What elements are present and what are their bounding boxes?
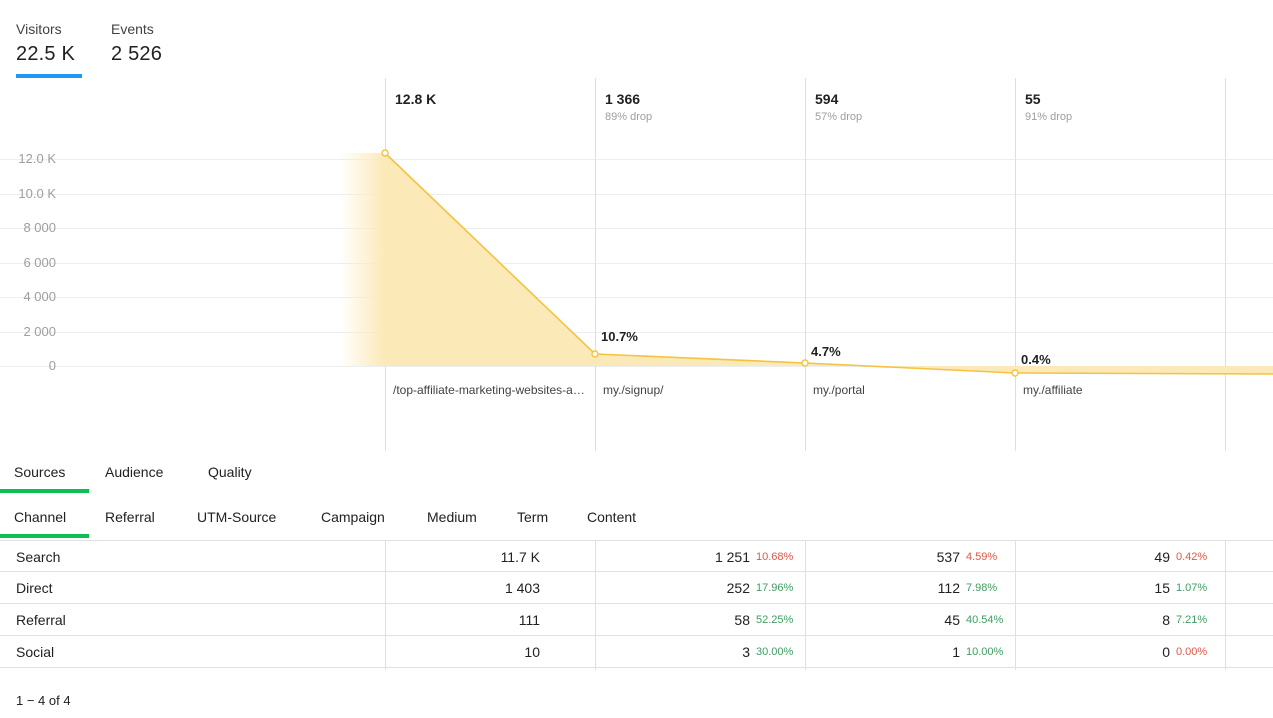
table-row[interactable]: Direct 1 403 252 17.96% 112 7.98% 15 1.0… [0, 572, 1273, 604]
row-label: Social [16, 636, 54, 668]
row-step4-pct: 7.21% [1176, 604, 1207, 636]
row-label: Search [16, 541, 60, 573]
kpi-events[interactable]: Events 2 526 [111, 20, 162, 68]
row-label: Referral [16, 604, 66, 636]
pagination-count: 1 − 4 of 4 [16, 692, 71, 710]
primary-tab-active-indicator [0, 489, 89, 493]
row-step1-value: 10 [395, 636, 540, 668]
analytics-funnel-page: Visitors 22.5 K Events 2 526 12.0 K 10.0… [0, 0, 1273, 718]
funnel-step-url[interactable]: /top-affiliate-marketing-websites-and-pr… [393, 382, 589, 398]
row-step2-pct: 10.68% [756, 541, 793, 573]
row-step3-pct: 10.00% [966, 636, 1003, 668]
row-step1-value: 111 [395, 604, 540, 636]
funnel-step-url[interactable]: my./affiliate [1023, 382, 1219, 398]
kpi-visitors-label: Visitors [16, 20, 75, 38]
table-column-divider [385, 540, 386, 670]
tab-content[interactable]: Content [587, 500, 636, 534]
tab-channel[interactable]: Channel [14, 500, 66, 534]
row-label: Direct [16, 572, 53, 604]
row-step2-value: 58 [605, 604, 750, 636]
funnel-step-url[interactable]: my./signup/ [603, 382, 799, 398]
table-row[interactable]: Referral 111 58 52.25% 45 40.54% 8 7.21% [0, 604, 1273, 636]
row-step1-value: 11.7 K [395, 541, 540, 573]
row-step3-pct: 4.59% [966, 541, 997, 573]
row-step4-value: 8 [1025, 604, 1170, 636]
tab-campaign[interactable]: Campaign [321, 500, 385, 534]
channel-breakdown-table: Search 11.7 K 1 251 10.68% 537 4.59% 49 … [0, 540, 1273, 668]
row-step4-pct: 0.00% [1176, 636, 1207, 668]
funnel-step-value: 594 [815, 90, 862, 108]
row-step2-value: 252 [605, 572, 750, 604]
row-step4-pct: 0.42% [1176, 541, 1207, 573]
row-step2-value: 1 251 [605, 541, 750, 573]
row-step3-value: 112 [815, 572, 960, 604]
funnel-conversion-label: 0.4% [1021, 352, 1051, 368]
funnel-step-drop: 57% drop [815, 110, 862, 124]
row-step3-pct: 7.98% [966, 572, 997, 604]
row-step3-value: 537 [815, 541, 960, 573]
funnel-step-url[interactable]: my./portal [813, 382, 1009, 398]
funnel-step-header[interactable]: 55 91% drop [1025, 90, 1072, 124]
kpi-summary-bar: Visitors 22.5 K Events 2 526 [0, 0, 1273, 78]
table-column-divider [1225, 540, 1226, 670]
funnel-step-header[interactable]: 1 366 89% drop [605, 90, 652, 124]
funnel-step-value: 1 366 [605, 90, 652, 108]
funnel-step-drop: 89% drop [605, 110, 652, 124]
table-row[interactable]: Search 11.7 K 1 251 10.68% 537 4.59% 49 … [0, 540, 1273, 572]
secondary-tab-bar: Channel Referral UTM-Source Campaign Med… [0, 500, 1273, 538]
row-step3-value: 1 [815, 636, 960, 668]
funnel-conversion-label: 4.7% [811, 344, 841, 360]
tab-term[interactable]: Term [517, 500, 548, 534]
funnel-chart: 12.0 K 10.0 K 8 000 6 000 4 000 2 000 0 [0, 78, 1273, 451]
tab-sources[interactable]: Sources [14, 455, 65, 489]
kpi-visitors[interactable]: Visitors 22.5 K [16, 20, 75, 68]
row-step3-pct: 40.54% [966, 604, 1003, 636]
funnel-conversion-label: 10.7% [601, 329, 638, 345]
row-step4-value: 15 [1025, 572, 1170, 604]
tab-quality[interactable]: Quality [208, 455, 252, 489]
primary-tab-bar: Sources Audience Quality [0, 455, 1273, 493]
funnel-step-header[interactable]: 594 57% drop [815, 90, 862, 124]
row-step2-pct: 30.00% [756, 636, 793, 668]
tab-referral[interactable]: Referral [105, 500, 155, 534]
table-column-divider [1015, 540, 1016, 670]
tab-utm-source[interactable]: UTM-Source [197, 500, 276, 534]
row-step2-pct: 17.96% [756, 572, 793, 604]
tab-medium[interactable]: Medium [427, 500, 477, 534]
funnel-step-value: 55 [1025, 90, 1072, 108]
kpi-visitors-value: 22.5 K [16, 40, 75, 68]
funnel-step-value: 12.8 K [395, 90, 436, 108]
secondary-tab-active-indicator [0, 534, 89, 538]
table-row[interactable]: Social 10 3 30.00% 1 10.00% 0 0.00% [0, 636, 1273, 668]
row-step3-value: 45 [815, 604, 960, 636]
funnel-step-header[interactable]: 12.8 K [395, 90, 436, 110]
kpi-events-value: 2 526 [111, 40, 162, 68]
tab-audience[interactable]: Audience [105, 455, 163, 489]
row-step2-value: 3 [605, 636, 750, 668]
row-step4-value: 49 [1025, 541, 1170, 573]
row-step2-pct: 52.25% [756, 604, 793, 636]
table-column-divider [805, 540, 806, 670]
table-column-divider [595, 540, 596, 670]
funnel-step-drop: 91% drop [1025, 110, 1072, 124]
row-step1-value: 1 403 [395, 572, 540, 604]
row-step4-value: 0 [1025, 636, 1170, 668]
row-step4-pct: 1.07% [1176, 572, 1207, 604]
kpi-events-label: Events [111, 20, 162, 38]
